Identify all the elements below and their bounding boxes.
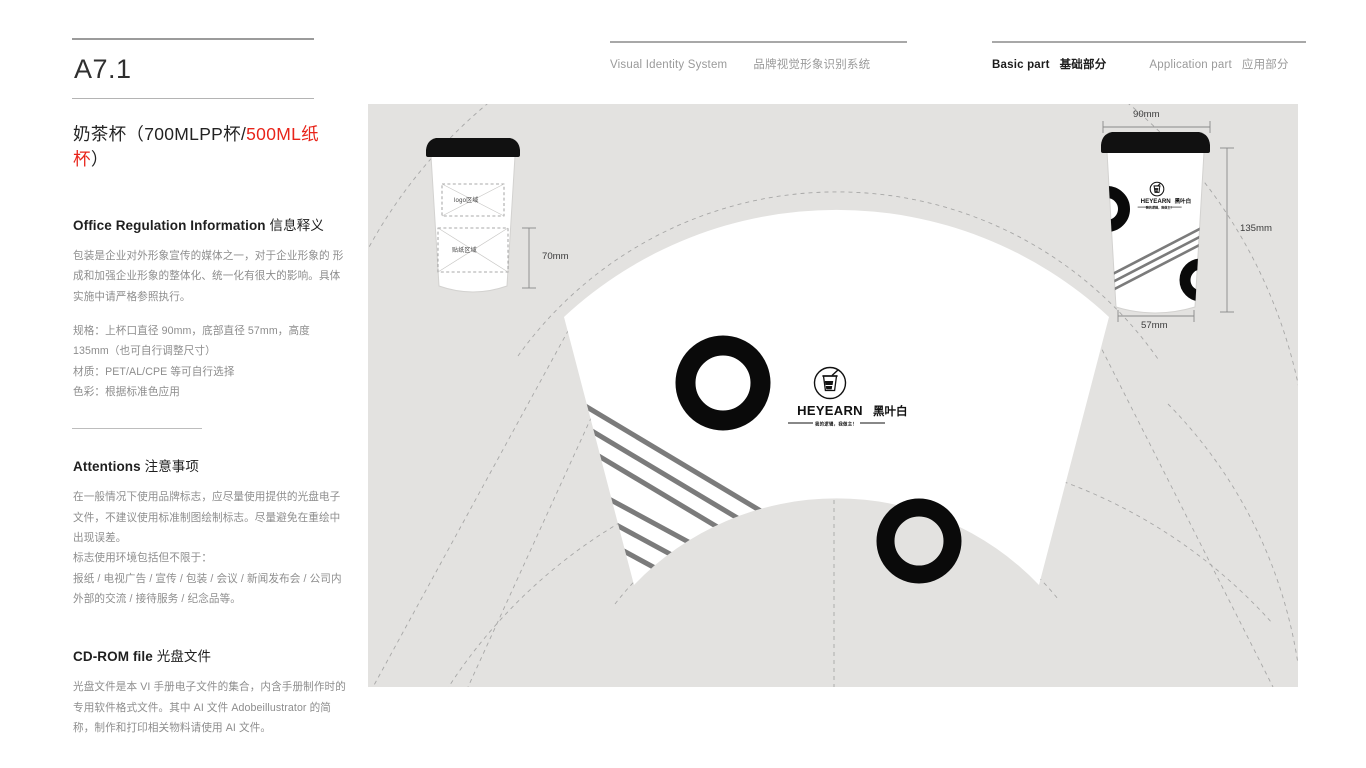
block-heading-attentions: Attentions 注意事项 xyxy=(73,455,347,475)
left-cup-height-dimension-label: 70mm xyxy=(542,251,569,262)
header-system-label: Visual Identity System 品牌视觉形象识别系统 xyxy=(610,41,907,72)
logo-cup-fill-2 xyxy=(825,386,833,390)
info-block-regulation: Office Regulation Information 信息释义 包装是企业… xyxy=(72,214,347,402)
logo-tagline: 我的逻辑，我做主！ xyxy=(815,421,857,428)
regulation-paragraph-1: 包装是企业对外形象宣传的媒体之一，对于企业形象的 形成和加强企业形象的整体化、统… xyxy=(73,250,344,303)
basic-part-en: Basic part xyxy=(992,59,1050,71)
heading-cn: 光盘文件 xyxy=(156,649,212,665)
right-cup-height-dimension-label: 135mm xyxy=(1240,223,1272,234)
right-cup-top-dimension-line xyxy=(1102,121,1211,133)
left-information-column: A7.1 奶茶杯（700MLPP杯/500ML纸杯） Office Regula… xyxy=(72,38,347,738)
svg-text:我的逻辑，我做主！: 我的逻辑，我做主！ xyxy=(1146,204,1174,209)
section-divider-1 xyxy=(72,428,202,430)
header-vis-en: Visual Identity System xyxy=(610,59,728,71)
left-cup-lid-rim xyxy=(426,152,520,157)
right-cup-ring-upper xyxy=(1107,186,1130,232)
header-rule-left xyxy=(610,41,907,43)
header-tab-application-part[interactable]: Application part 应用部分 xyxy=(1149,56,1288,72)
document-title: 奶茶杯（700MLPP杯/500ML纸杯） xyxy=(73,121,347,171)
header-rule-right xyxy=(992,41,1306,43)
header-group-vis: Visual Identity System 品牌视觉形象识别系统 xyxy=(610,56,870,72)
basic-part-cn: 基础部分 xyxy=(1059,59,1107,71)
block-heading-cdrom: CD-ROM file 光盘文件 xyxy=(73,645,347,665)
heading-en: Attentions xyxy=(73,459,141,475)
doc-title-prefix: 奶茶杯（700MLPP杯/ xyxy=(73,124,247,144)
regulation-paragraph-2: 规格：上杯口直径 90mm，底部直径 57mm，高度 135mm（也可自行调整尺… xyxy=(73,324,310,398)
heading-en: CD-ROM file xyxy=(73,649,153,665)
page-title: A7.1 xyxy=(74,54,132,84)
title-underline-rule xyxy=(72,98,314,99)
left-cup-mockup xyxy=(426,138,536,293)
artboard-panel: HEYEARN 黑叶白 我的逻辑，我做主！ HEYEARN 黑叶白 我的逻辑，我… xyxy=(368,104,1298,687)
left-cup-height-dimension-line xyxy=(522,227,536,289)
top-rule xyxy=(72,38,314,40)
logo-wordmark-cn: 黑叶白 xyxy=(873,404,908,418)
logo-cup-fill-1 xyxy=(824,381,834,385)
left-cup-logo-zone-label: logo区域 xyxy=(454,198,479,204)
brand-ring-lower xyxy=(876,498,962,584)
heading-en: Office Regulation Information xyxy=(73,218,266,233)
info-block-attentions: Attentions 注意事项 在一般情况下使用品牌标志，应尽量使用提供的光盘电… xyxy=(72,455,347,609)
logo-wordmark-en: HEYEARN xyxy=(797,403,863,418)
info-block-cdrom: CD-ROM file 光盘文件 光盘文件是本 VI 手册电子文件的集合，内含手… xyxy=(72,645,347,738)
doc-title-suffix: ） xyxy=(90,149,109,169)
header-tab-basic-part[interactable]: Basic part 基础部分 xyxy=(992,56,1106,72)
svg-text:HEYEARN: HEYEARN xyxy=(1141,198,1172,205)
artboard-vector: HEYEARN 黑叶白 我的逻辑，我做主！ HEYEARN 黑叶白 我的逻辑，我… xyxy=(368,104,1298,687)
right-cup-height-dimension-line xyxy=(1220,147,1234,313)
header-row-left: Visual Identity System 品牌视觉形象识别系统 xyxy=(610,56,907,72)
page-root: A7.1 奶茶杯（700MLPP杯/500ML纸杯） Office Regula… xyxy=(0,0,1366,768)
header-row-right: Basic part 基础部分 Application part 应用部分 xyxy=(992,56,1306,72)
application-part-cn: 应用部分 xyxy=(1241,59,1289,71)
right-cup-mockup: HEYEARN 黑叶白 我的逻辑，我做主！ xyxy=(1101,121,1234,322)
heading-cn: 信息释义 xyxy=(269,218,324,233)
right-cup-bottom-dimension-label: 57mm xyxy=(1141,320,1168,331)
block-heading-regulation: Office Regulation Information 信息释义 xyxy=(73,214,347,234)
header-parts-nav: Basic part 基础部分 Application part 应用部分 xyxy=(992,41,1306,72)
left-cup-sticker-zone-label: 贴纸区域 xyxy=(452,248,477,254)
right-cup-ring-lower xyxy=(1179,258,1204,302)
right-cup-lid-rim xyxy=(1101,147,1210,153)
right-cup-top-dimension-label: 90mm xyxy=(1133,109,1160,120)
heading-cn: 注意事项 xyxy=(144,459,200,475)
header-vis-cn: 品牌视觉形象识别系统 xyxy=(753,59,871,71)
cdrom-paragraph: 光盘文件是本 VI 手册电子文件的集合，内含手册制作时的专用软件格式文件。其中 … xyxy=(73,681,346,734)
application-part-en: Application part xyxy=(1149,59,1232,71)
attentions-paragraph: 在一般情况下使用品牌标志，应尽量使用提供的光盘电子文件，不建议使用标准制图绘制标… xyxy=(73,491,342,605)
